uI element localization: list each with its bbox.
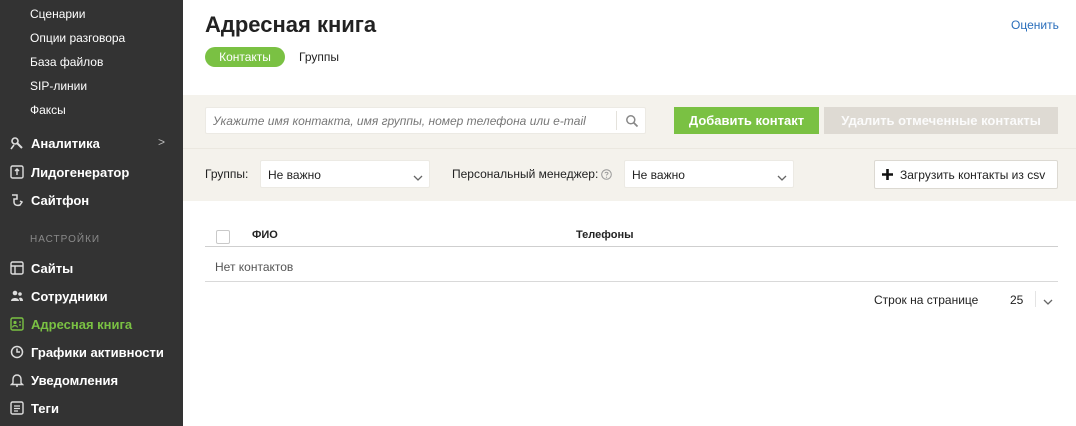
clock-icon	[10, 345, 24, 359]
sidebar-item-label: Сотрудники	[31, 288, 108, 304]
sidebar-subitem-faxes[interactable]: Факсы	[30, 103, 66, 117]
sidebar-item-activity-schedules[interactable]: Графики активности	[10, 342, 164, 362]
rows-per-page-value: 25	[1010, 293, 1024, 307]
sidebar-item-label: Лидогенератор	[31, 164, 130, 180]
sidebar-item-sites[interactable]: Сайты	[10, 258, 73, 278]
address-book-icon	[10, 317, 24, 331]
sidebar-item-label: Сайтфон	[31, 192, 90, 208]
search-icon[interactable]	[625, 114, 639, 128]
sidebar-item-label: Графики активности	[31, 344, 164, 360]
sidebar-subitem-sip-lines[interactable]: SIP-линии	[30, 79, 87, 93]
chevron-right-icon[interactable]: >	[158, 135, 165, 149]
sidebar-item-label: Адресная книга	[31, 316, 133, 332]
plus-icon	[881, 168, 894, 181]
sidebar-item-users[interactable]: Сотрудники	[10, 286, 108, 306]
sidebar-item-label: Сайты	[31, 260, 74, 276]
upload-csv-button[interactable]: Загрузить контакты из csv	[874, 160, 1058, 189]
rows-per-page-separator	[1035, 291, 1036, 307]
sidebar: Сценарии Опции разговора База файлов SIP…	[0, 0, 183, 426]
tab-groups[interactable]: Группы	[299, 47, 339, 67]
analytics-icon	[10, 136, 24, 150]
page-title: Адресная книга	[205, 12, 377, 37]
sidebar-item-leadgen[interactable]: Лидогенератор	[10, 162, 129, 182]
upload-csv-label: Загрузить контакты из csv	[900, 167, 1046, 182]
chevron-down-icon	[777, 170, 787, 181]
table-bottom-divider	[205, 281, 1058, 282]
sidebar-item-label: Теги	[31, 400, 59, 416]
manager-filter-label: Персональный менеджер:	[452, 167, 613, 181]
sidebar-subitem-scenarios[interactable]: Сценарии	[30, 7, 85, 21]
sidebar-subitem-call-options[interactable]: Опции разговора	[30, 31, 125, 45]
sidebar-subitem-file-base[interactable]: База файлов	[30, 55, 103, 69]
sites-icon	[10, 261, 24, 275]
delete-selected-contacts-button[interactable]: Удалить отмеченные контакты	[824, 107, 1058, 134]
chevron-down-icon	[413, 170, 423, 181]
add-contact-button[interactable]: Добавить контакт	[674, 107, 819, 134]
chevron-down-icon	[1043, 294, 1053, 305]
bell-icon	[10, 373, 24, 387]
groups-filter-label: Группы:	[205, 167, 248, 181]
sitephone-icon	[10, 193, 24, 207]
sidebar-item-sitephone[interactable]: Сайтфон	[10, 190, 89, 210]
help-icon[interactable]	[601, 168, 613, 180]
rows-per-page-select[interactable]: 25	[1000, 287, 1058, 311]
search-input[interactable]	[206, 108, 616, 133]
toolbar-divider	[183, 148, 1076, 149]
rows-per-page-label: Строк на странице	[874, 293, 979, 307]
sidebar-item-analytics[interactable]: Аналитика	[10, 133, 100, 153]
column-header-name[interactable]: ФИО	[252, 229, 278, 241]
sidebar-item-notifications[interactable]: Уведомления	[10, 370, 118, 390]
manager-filter-label-text: Персональный менеджер:	[452, 167, 599, 181]
users-icon	[10, 289, 24, 303]
tab-contacts[interactable]: Контакты	[205, 47, 285, 67]
table-header-divider	[205, 246, 1058, 247]
sidebar-item-address-book[interactable]: Адресная книга	[10, 314, 132, 334]
groups-select[interactable]: Не важно	[260, 160, 430, 188]
groups-filter-label-text: Группы:	[205, 167, 249, 181]
settings-section-label: НАСТРОЙКИ	[30, 234, 101, 245]
sidebar-item-tags[interactable]: Теги	[10, 398, 59, 418]
sidebar-item-label: Уведомления	[31, 372, 119, 388]
search-box	[205, 107, 646, 134]
column-header-phones[interactable]: Телефоны	[576, 229, 634, 241]
manager-select-value: Не важно	[632, 168, 685, 182]
leadgen-icon	[10, 165, 24, 179]
sidebar-item-label: Аналитика	[31, 135, 100, 151]
rate-link[interactable]: Оценить	[1011, 18, 1059, 32]
search-separator	[616, 111, 617, 130]
groups-select-value: Не важно	[268, 168, 321, 182]
select-all-checkbox[interactable]	[216, 230, 230, 244]
manager-select[interactable]: Не важно	[624, 160, 794, 188]
tags-icon	[10, 401, 24, 415]
empty-table-message: Нет контактов	[215, 260, 294, 274]
